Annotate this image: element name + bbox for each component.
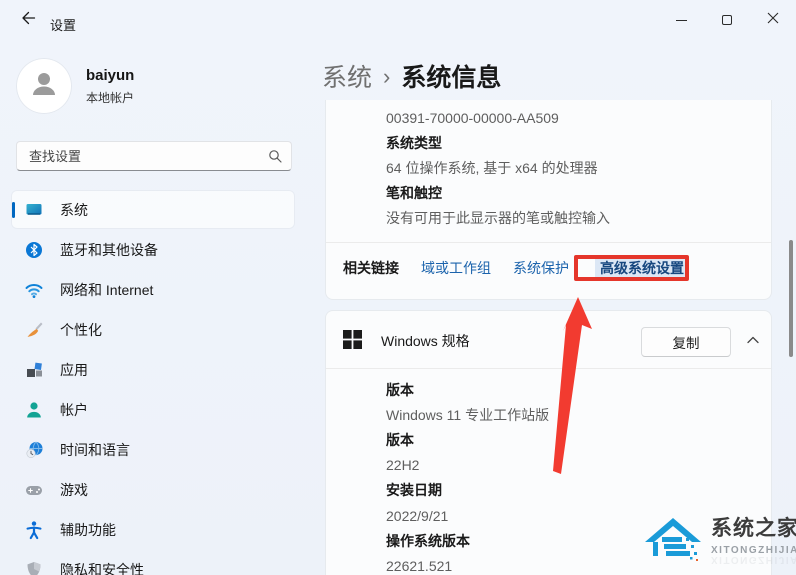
install-date-value: 2022/9/21 [386,503,549,528]
maximize-button[interactable] [704,0,750,40]
sidebar-item-network[interactable]: 网络和 Internet [12,271,294,308]
link-advanced-system-settings[interactable]: 高级系统设置 [595,256,689,280]
bluetooth-icon [24,240,44,260]
sidebar-item-label: 应用 [60,360,88,380]
sidebar-nav: 系统 蓝牙和其他设备 网络和 Internet 个性化 [12,191,294,575]
close-icon [767,11,779,29]
brush-icon [24,320,44,340]
sidebar-item-personalization[interactable]: 个性化 [12,311,294,348]
person-icon [27,67,61,106]
chevron-up-icon [746,332,760,350]
sidebar-item-label: 辅助功能 [60,520,116,540]
watermark-logo-icon [643,512,703,572]
system-icon [24,200,44,220]
link-domain-workgroup[interactable]: 域或工作组 [421,258,491,278]
minimize-button[interactable] [658,0,704,40]
gamepad-icon [24,480,44,500]
sidebar-item-label: 时间和语言 [60,440,130,460]
close-button[interactable] [750,0,796,40]
search-icon[interactable] [259,148,291,164]
sidebar-item-bluetooth[interactable]: 蓝牙和其他设备 [12,231,294,268]
avatar [16,58,72,114]
sidebar-item-apps[interactable]: 应用 [12,351,294,388]
pen-touch-value: 没有可用于此显示器的笔或触控输入 [386,206,610,231]
os-build-value: 22621.521 [386,553,549,575]
breadcrumb-separator: › [383,64,390,89]
pen-touch-label: 笔和触控 [386,181,610,206]
search-box[interactable] [16,141,292,171]
time-language-icon [24,440,44,460]
system-type-value: 64 位操作系统, 基于 x64 的处理器 [386,155,610,180]
link-system-protection[interactable]: 系统保护 [513,258,569,278]
about-card: 00391-70000-00000-AA509 系统类型 64 位操作系统, 基… [325,100,772,300]
back-arrow-icon [19,9,37,32]
sidebar-item-label: 隐私和安全性 [60,560,144,575]
card-divider [326,242,771,243]
window-title: 设置 [50,15,76,34]
breadcrumb-parent[interactable]: 系统 [322,64,372,92]
sidebar-item-accounts[interactable]: 帐户 [12,391,294,428]
os-build-label: 操作系统版本 [386,528,549,553]
shield-icon [24,560,44,575]
settings-window: 设置 baiyun 本地帐户 [0,0,796,575]
titlebar: 设置 [0,0,796,40]
account-person-icon [24,400,44,420]
selection-indicator [12,202,15,218]
system-type-label: 系统类型 [386,130,610,155]
related-links-label: 相关链接 [343,258,399,278]
breadcrumb: 系统 › 系统信息 [322,58,501,94]
version-value: 22H2 [386,453,549,478]
card-divider [326,368,771,369]
back-button[interactable] [12,6,44,34]
profile-name: baiyun [86,67,134,84]
page-title: 系统信息 [401,64,501,92]
sidebar-item-label: 网络和 Internet [60,280,153,300]
sidebar-item-label: 游戏 [60,480,88,500]
windows-logo-icon [343,330,362,354]
collapse-button[interactable] [738,328,768,354]
sidebar-item-label: 系统 [60,200,88,220]
watermark-reflection: XITONGZHIJIA.NET [711,554,796,565]
sidebar-item-label: 个性化 [60,320,102,340]
user-profile[interactable]: baiyun 本地帐户 [16,58,134,114]
edition-label: 版本 [386,377,549,402]
sidebar-item-label: 帐户 [60,400,88,420]
accessibility-icon [24,520,44,540]
copy-button-label: 复制 [673,332,700,352]
install-date-label: 安装日期 [386,478,549,503]
sidebar-item-accessibility[interactable]: 辅助功能 [12,511,294,548]
profile-account-type: 本地帐户 [86,89,134,106]
product-id-value: 00391-70000-00000-AA509 [386,105,610,130]
sidebar-item-label: 蓝牙和其他设备 [60,240,158,260]
specs-title: Windows 规格 [381,331,470,351]
sidebar-item-time-language[interactable]: 时间和语言 [12,431,294,468]
specs-header[interactable]: Windows 规格 复制 [326,311,771,368]
search-input[interactable] [17,149,259,164]
version-label: 版本 [386,427,549,452]
sidebar-item-system[interactable]: 系统 [12,191,294,228]
sidebar-item-privacy[interactable]: 隐私和安全性 [12,551,294,575]
watermark-name: 系统之家 [711,512,796,542]
scrollbar-thumb[interactable] [789,240,793,357]
minimize-icon [676,20,687,21]
wifi-icon [24,280,44,300]
sidebar-item-gaming[interactable]: 游戏 [12,471,294,508]
apps-icon [24,360,44,380]
edition-value: Windows 11 专业工作站版 [386,402,549,427]
copy-button[interactable]: 复制 [641,327,731,357]
maximize-icon [722,15,732,25]
watermark: 系统之家 XITONGZHIJIA.NET XITONGZHIJIA.NET [643,512,796,572]
